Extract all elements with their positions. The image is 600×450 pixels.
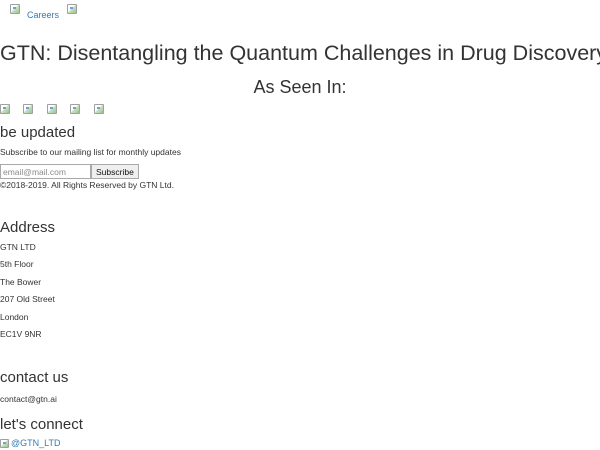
careers-link[interactable]: Careers (27, 10, 59, 20)
address-line: 207 Old Street (0, 294, 55, 304)
press-logo-icon[interactable] (0, 104, 10, 114)
contact-email: contact@gtn.ai (0, 394, 57, 404)
press-logo-icon[interactable] (47, 104, 57, 114)
press-logo-icon[interactable] (94, 104, 104, 114)
twitter-handle: @GTN_LTD (11, 438, 61, 448)
copyright-text: ©2018-2019. All Rights Reserved by GTN L… (0, 180, 174, 190)
press-logo-icon[interactable] (70, 104, 80, 114)
address-heading: Address (0, 219, 56, 236)
subscribe-button[interactable]: Subscribe (91, 164, 139, 179)
address-line: 5th Floor (0, 259, 34, 269)
address-line: EC1V 9NR (0, 329, 42, 339)
contact-heading: contact us (0, 369, 69, 386)
subscribe-form: Subscribe (0, 164, 139, 179)
twitter-link[interactable]: @GTN_LTD (0, 438, 60, 448)
address-line: The Bower (0, 277, 42, 287)
press-logo-icon[interactable] (23, 104, 33, 114)
twitter-icon (0, 438, 9, 448)
logo-icon[interactable] (10, 4, 20, 14)
newsletter-description: Subscribe to our mailing list for monthl… (0, 147, 181, 157)
email-field[interactable] (0, 164, 91, 179)
address-line: GTN LTD (0, 242, 36, 252)
newsletter-heading: be updated (0, 124, 76, 141)
page-title: GTN: Disentangling the Quantum Challenge… (0, 41, 600, 65)
connect-heading: let's connect (0, 416, 83, 433)
address-line: London (0, 312, 29, 322)
logo-secondary-icon[interactable] (67, 4, 77, 14)
as-seen-in-heading: As Seen In: (253, 77, 347, 97)
